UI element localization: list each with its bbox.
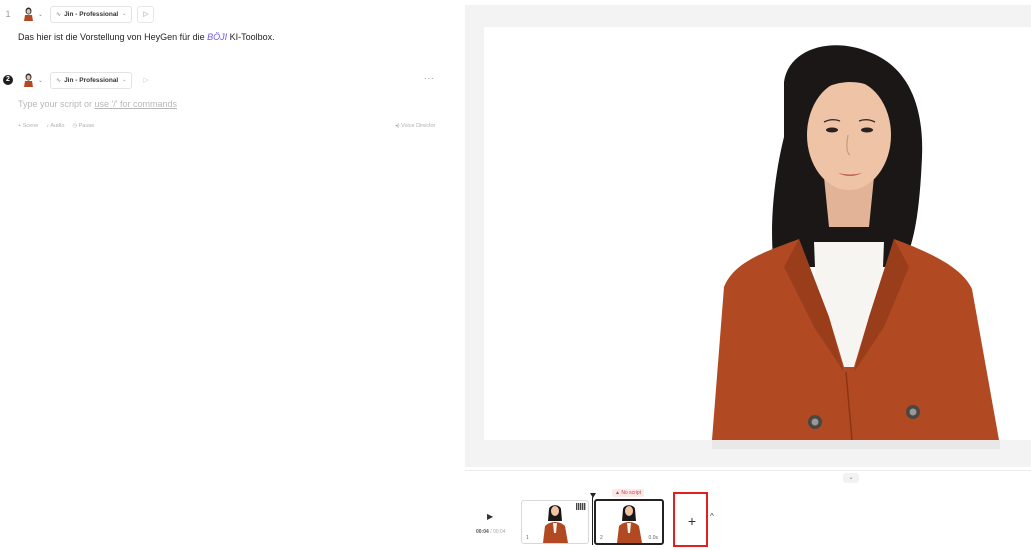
add-audio-button[interactable]: ♪ Audio	[46, 123, 64, 129]
voice-director-button[interactable]: ◂) Voice Director	[395, 123, 435, 129]
voice-name: Jin - Professional	[64, 76, 119, 84]
waveform-icon: ∿	[56, 11, 62, 18]
scene-thumbnail-2[interactable]: 2 0.0s	[594, 499, 664, 545]
timeline-time: 00:04 / 00:04	[476, 529, 505, 535]
scene-2-script-input[interactable]: Type your script or use '/' for commands	[18, 99, 177, 109]
scene-thumbnail-1[interactable]: 1	[521, 500, 589, 544]
script-text-part: KI-Toolbox.	[227, 32, 275, 42]
play-scene-button[interactable]: ▷	[137, 5, 155, 23]
thumb-duration: 0.0s	[648, 535, 658, 541]
avatar-picker[interactable]: ⌄	[23, 71, 43, 89]
voice-selector[interactable]: ∿ Jin - Professional ⌄	[50, 71, 133, 89]
chevron-down-icon: ⌄	[122, 77, 127, 83]
more-options-button[interactable]: ···	[424, 74, 435, 83]
avatar-picker[interactable]: ⌄	[23, 5, 43, 23]
play-scene-button[interactable]: ▷	[137, 71, 155, 89]
qr-code-icon	[576, 503, 586, 510]
avatar-image	[712, 45, 999, 440]
voice-selector[interactable]: ∿ Jin - Professional ⌄	[50, 5, 133, 23]
current-time: 00:04	[476, 529, 489, 535]
video-canvas[interactable]	[484, 27, 1031, 440]
commands-link[interactable]: use '/' for commands	[95, 99, 177, 109]
scene-1-script[interactable]: Das hier ist die Vorstellung von HeyGen …	[18, 32, 275, 42]
avatar-thumbnail	[24, 73, 33, 87]
canvas-caption-bar	[712, 440, 1000, 449]
play-icon: ▶	[487, 512, 494, 521]
script-text-part: Das hier ist die Vorstellung von HeyGen …	[18, 32, 208, 42]
collapse-timeline-button[interactable]: ⌄	[843, 473, 859, 483]
scene-number-active: 2	[3, 75, 13, 85]
voice-director-label: Voice Director	[401, 123, 436, 129]
chevron-down-icon: ⌄	[38, 11, 44, 18]
placeholder-text: Type your script or	[18, 99, 95, 109]
voice-name: Jin - Professional	[64, 10, 119, 18]
plus-icon: +	[687, 513, 697, 529]
no-script-label: No script	[621, 490, 642, 496]
no-script-badge: ▲ No script	[612, 489, 645, 497]
chevron-down-icon: ⌄	[122, 11, 127, 17]
chevron-down-icon: ⌄	[38, 77, 44, 84]
thumb-number: 2	[600, 535, 603, 541]
insert-toolbar: + Scene ♪ Audio ◷ Pause	[18, 123, 94, 129]
total-time: / 00:04	[490, 529, 506, 535]
play-icon: ▷	[143, 77, 149, 84]
playhead-line	[592, 497, 593, 545]
audio-label: Audio	[50, 123, 65, 129]
waveform-icon: ∿	[56, 77, 62, 84]
scene-2-header: 2 ⌄ ∿ Jin - Professional ⌄ ▷	[0, 71, 155, 89]
chevron-up-icon: ^	[710, 512, 714, 521]
add-scene-timeline-button[interactable]: +	[681, 508, 703, 534]
chevron-down-icon: ⌄	[848, 475, 854, 481]
add-pause-button[interactable]: ◷ Pause	[72, 123, 94, 129]
timeline-play-button[interactable]: ▶	[487, 512, 493, 521]
play-icon: ▷	[143, 11, 149, 18]
playhead-handle[interactable]	[590, 493, 596, 498]
pause-label: Pause	[78, 123, 95, 129]
add-scene-button[interactable]: + Scene	[18, 123, 38, 129]
scene-1-header: 1 ⌄ ∿ Jin - Professional ⌄ ▷	[0, 5, 155, 23]
scene-number: 1	[5, 9, 11, 19]
thumb-number: 1	[526, 535, 529, 541]
avatar-thumbnail	[24, 7, 33, 21]
script-brand-word: BÖJI	[207, 32, 228, 42]
expand-button[interactable]: ^	[710, 512, 714, 521]
